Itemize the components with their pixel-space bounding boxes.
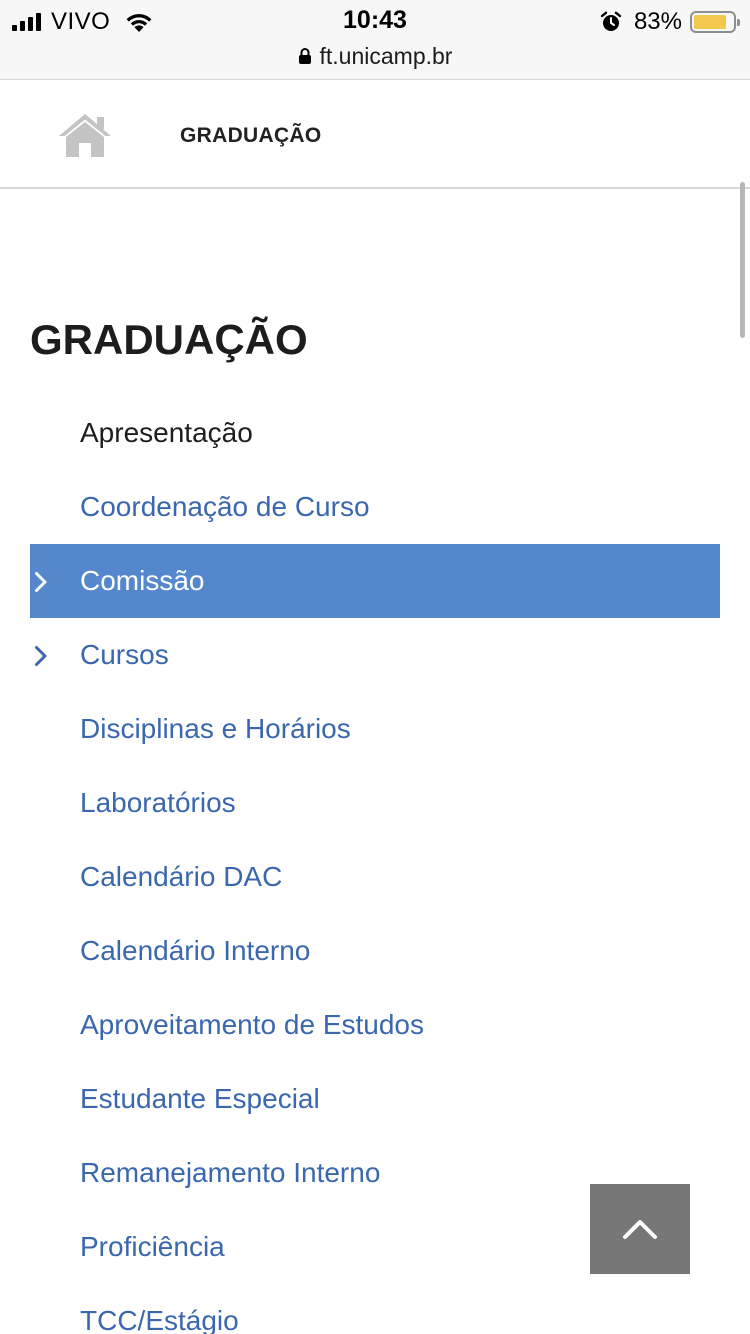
menu-item-label: Aproveitamento de Estudos (80, 1009, 424, 1040)
menu-item-aproveitamento[interactable]: Aproveitamento de Estudos (30, 988, 720, 1062)
menu-item-label: Calendário Interno (80, 935, 311, 966)
menu-item-calendario-interno[interactable]: Calendário Interno (30, 914, 720, 988)
menu-item-estudante-especial[interactable]: Estudante Especial (30, 1062, 720, 1136)
battery-fill (694, 15, 726, 29)
back-to-top-button[interactable] (590, 1184, 690, 1274)
home-icon[interactable] (57, 112, 113, 158)
menu-item-label: Proficiência (80, 1231, 225, 1262)
status-bar: VIVO 10:43 83% ft.unicamp.br (0, 0, 750, 80)
menu-item-label: TCC/Estágio (80, 1305, 239, 1334)
menu-item-coordenacao[interactable]: Coordenação de Curso (30, 470, 720, 544)
address-bar[interactable]: ft.unicamp.br (0, 40, 750, 72)
menu-item-tcc-estagio[interactable]: TCC/Estágio (30, 1284, 720, 1334)
chevron-up-icon (623, 1220, 657, 1239)
menu-item-cursos[interactable]: Cursos (30, 618, 720, 692)
menu-item-label: Estudante Especial (80, 1083, 320, 1114)
menu-item-apresentacao[interactable]: Apresentação (30, 396, 720, 470)
menu-item-label: Remanejamento Interno (80, 1157, 381, 1188)
menu-item-calendario-dac[interactable]: Calendário DAC (30, 840, 720, 914)
url-text: ft.unicamp.br (319, 42, 453, 69)
lock-icon (298, 48, 311, 64)
menu-item-label: Calendário DAC (80, 861, 283, 892)
chevron-right-icon (35, 646, 47, 666)
page-title: GRADUAÇÃO (30, 316, 308, 363)
menu-item-laboratorios[interactable]: Laboratórios (30, 766, 720, 840)
menu-item-label: Comissão (80, 565, 205, 596)
menu-item-comissao[interactable]: Comissão (30, 544, 720, 618)
chevron-right-icon (35, 572, 47, 592)
alarm-icon (600, 11, 622, 31)
breadcrumb-title[interactable]: GRADUAÇÃO (180, 124, 322, 148)
battery-nub (737, 19, 740, 26)
menu-item-label: Apresentação (80, 417, 253, 448)
page: VIVO 10:43 83% ft.unicamp.br GRADUAÇÃO G… (0, 0, 750, 1334)
status-right: 83% (600, 8, 740, 36)
menu-item-label: Laboratórios (80, 787, 236, 818)
battery-percent: 83% (633, 8, 682, 35)
site-header: GRADUAÇÃO (0, 80, 750, 189)
menu-item-label: Disciplinas e Horários (80, 713, 351, 744)
scrollbar[interactable] (740, 182, 745, 338)
menu-item-label: Coordenação de Curso (80, 491, 370, 522)
battery-icon (690, 11, 740, 33)
menu-item-label: Cursos (80, 639, 169, 670)
menu-item-disciplinas[interactable]: Disciplinas e Horários (30, 692, 720, 766)
